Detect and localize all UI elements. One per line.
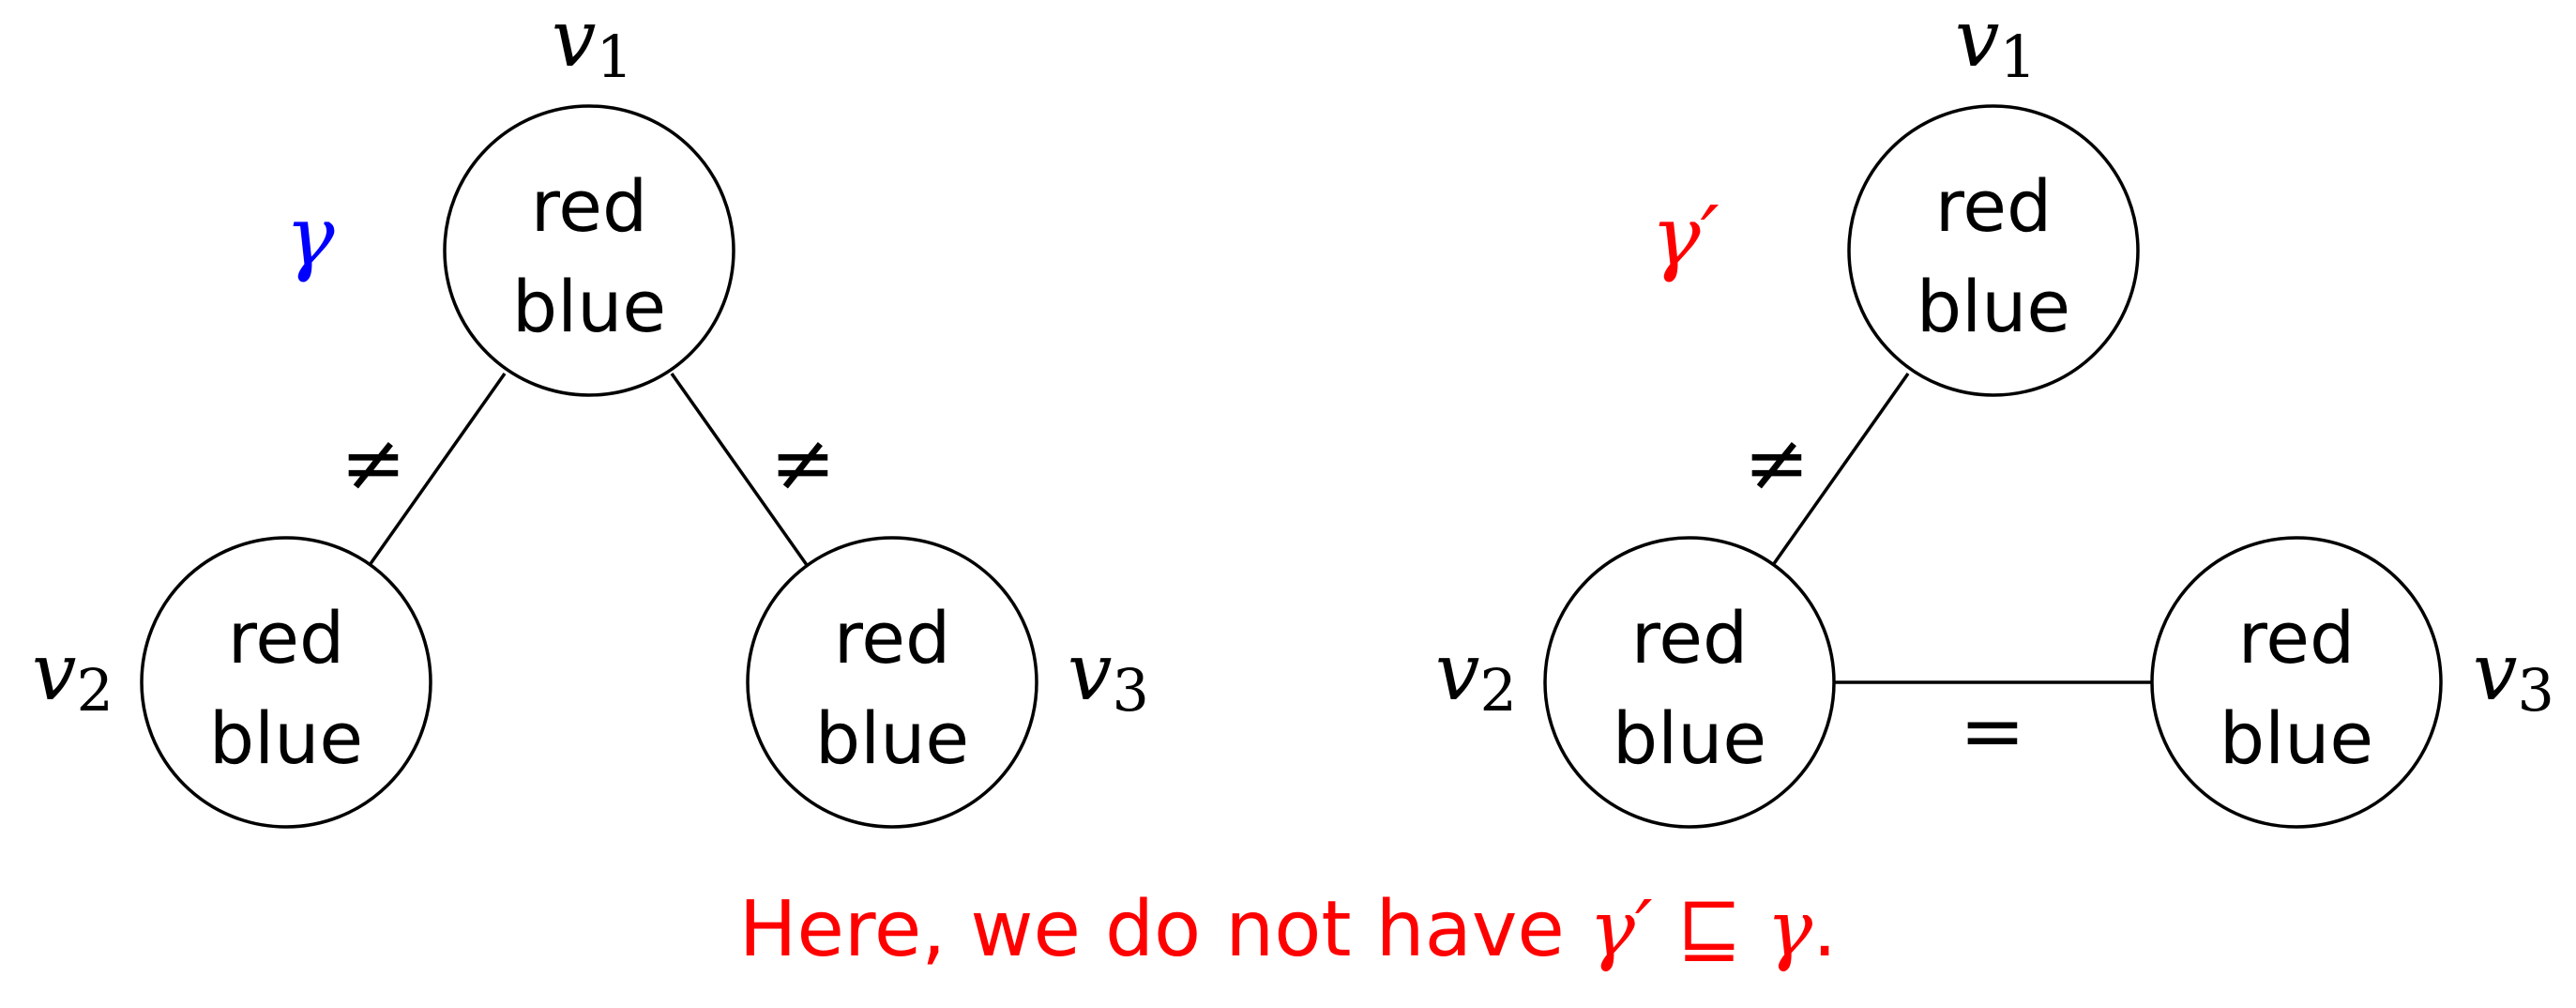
left-node-v1: red blue [443, 104, 735, 397]
left-node-v2: red blue [140, 536, 432, 829]
right-node-v2-value-blue: blue [1613, 696, 1766, 780]
right-node-v1-value-red: red [1935, 164, 2053, 248]
right-label-v1: v1 [1955, 0, 2037, 91]
right-label-v2: v2 [1435, 626, 1517, 725]
caption-rhs: γ [1766, 885, 1813, 974]
left-label-v1: v1 [552, 0, 633, 91]
right-node-v3-value-blue: blue [2220, 696, 2373, 780]
right-node-v1-value-blue: blue [1917, 265, 2070, 348]
caption: Here, we do not have γ′ ⊑ γ. [739, 885, 1837, 974]
left-edge-v1-v3-relation: ≠ [770, 417, 836, 509]
right-node-v3: red blue [2150, 536, 2443, 829]
left-node-v2-value-blue: blue [209, 696, 363, 780]
caption-lhs: γ′ [1589, 885, 1653, 974]
left-label-v3: v3 [1068, 626, 1149, 725]
left-node-v3-value-red: red [834, 596, 951, 680]
left-node-v3: red blue [746, 536, 1038, 829]
left-edge-v1-v2-relation: ≠ [341, 417, 406, 509]
right-graph-name: γ′ [1651, 188, 1720, 284]
caption-end: . [1812, 885, 1837, 974]
left-graph-name: γ [285, 188, 335, 284]
left-node-v2-value-red: red [228, 596, 345, 680]
right-graph: ≠ = γ′ red blue red blue red blue v1 v2 … [1435, 0, 2554, 829]
right-edge-v1-v2-relation: ≠ [1744, 417, 1810, 509]
caption-operator: ⊑ [1677, 885, 1742, 974]
right-node-v2-value-red: red [1631, 596, 1749, 680]
right-label-v3: v3 [2473, 626, 2554, 725]
left-label-v2: v2 [32, 626, 114, 725]
caption-text: Here, we do not have [739, 885, 1565, 974]
right-edge-v2-v3-relation: = [1960, 685, 2025, 777]
right-node-v3-value-red: red [2238, 596, 2356, 680]
diagram-canvas: ≠ ≠ γ red blue red blue red blue v1 v2 v… [32, 0, 2554, 974]
left-graph: ≠ ≠ γ red blue red blue red blue v1 v2 v… [32, 0, 1149, 829]
left-node-v3-value-blue: blue [815, 696, 969, 780]
left-node-v1-value-red: red [531, 164, 648, 248]
right-node-v2: red blue [1543, 536, 1836, 829]
right-node-v1: red blue [1847, 104, 2140, 397]
left-node-v1-value-blue: blue [512, 265, 666, 348]
